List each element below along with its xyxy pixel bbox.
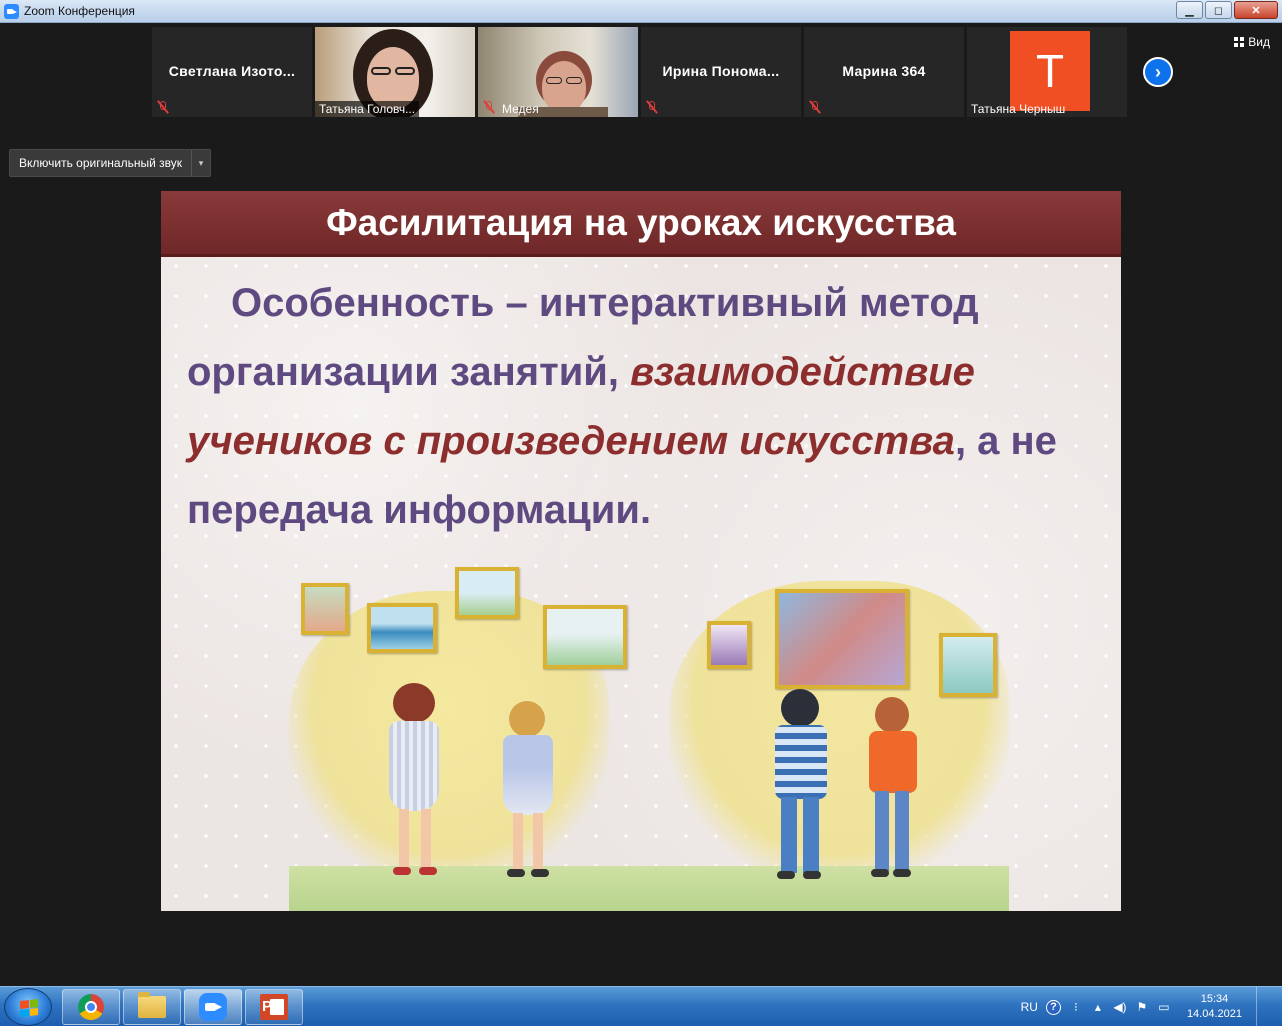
participant-tile[interactable]: Светлана Изото... [152, 27, 312, 117]
original-sound-toggle[interactable]: Включить оригинальный звук ▾ [9, 149, 212, 177]
slide-body-text: Особенность – интерактивный метод органи… [187, 269, 1097, 545]
participant-video-tile[interactable]: Татьяна Головч... [315, 27, 475, 117]
title-bar: Zoom Конференция ▁ ◻ ✕ [0, 0, 1282, 23]
shared-screen-slide: Фасилитация на уроках искусства Особенно… [161, 191, 1121, 911]
muted-mic-icon [156, 100, 170, 114]
kid-figure [375, 683, 455, 883]
grid-view-icon [1234, 37, 1245, 47]
clock-time: 15:34 [1200, 993, 1229, 1005]
participant-name: Марина 364 [842, 63, 926, 79]
slide-header: Фасилитация на уроках искусства [161, 191, 1121, 257]
taskbar-powerpoint[interactable] [245, 989, 303, 1025]
explorer-icon [138, 992, 166, 1018]
kid-figure [493, 701, 563, 881]
taskbar-explorer[interactable] [123, 989, 181, 1025]
view-button[interactable]: Вид [1234, 35, 1270, 49]
network-icon[interactable]: ▭ [1157, 1000, 1171, 1014]
participant-name: Медея [502, 102, 539, 116]
zoom-window: Zoom Конференция ▁ ◻ ✕ Светлана Изото...… [0, 0, 1282, 1026]
participant-name: Светлана Изото... [168, 63, 296, 79]
muted-mic-icon [482, 100, 496, 114]
show-hidden-icons-icon[interactable]: ▴ [1091, 1000, 1105, 1014]
maximize-button[interactable]: ◻ [1205, 1, 1232, 19]
window-title: Zoom Конференция [24, 4, 135, 18]
kid-figure [765, 689, 837, 885]
clock[interactable]: 15:34 14.04.2021 [1187, 992, 1242, 1022]
windows-logo-icon [20, 999, 38, 1017]
system-tray: RU ? ⁝ ▴ ◀) ⚑ ▭ 15:34 14.04.2021 [1021, 987, 1268, 1026]
start-button[interactable] [4, 988, 52, 1026]
avatar: Т [1010, 31, 1090, 111]
chrome-icon [78, 994, 104, 1020]
participant-name: Татьяна Головч... [315, 101, 420, 117]
language-indicator[interactable]: RU [1021, 1000, 1038, 1014]
zoom-icon [199, 993, 227, 1021]
window-controls: ▁ ◻ ✕ [1176, 1, 1278, 19]
gallery-illustration [289, 551, 1009, 911]
help-icon[interactable]: ? [1045, 999, 1061, 1015]
kid-figure [861, 697, 927, 883]
show-desktop-button[interactable] [1256, 987, 1268, 1026]
participant-strip: Светлана Изото... Татьяна Головч... Меде… [0, 23, 1282, 190]
participant-tile[interactable]: Т Татьяна Черныш [967, 27, 1127, 117]
participant-video-tile[interactable]: Медея [478, 27, 638, 117]
next-page-button[interactable]: › [1143, 57, 1173, 87]
participant-name: Ирина Понома... [662, 63, 780, 79]
participant-tile[interactable]: Ирина Понома... [641, 27, 801, 117]
view-label: Вид [1248, 35, 1270, 49]
close-button[interactable]: ✕ [1234, 1, 1278, 19]
powerpoint-icon [260, 994, 288, 1020]
tray-settings-icon[interactable]: ⁝ [1069, 1000, 1083, 1014]
muted-mic-icon [645, 100, 659, 114]
taskbar-chrome[interactable] [62, 989, 120, 1025]
taskbar-zoom[interactable] [184, 989, 242, 1025]
slide-title: Фасилитация на уроках искусства [326, 202, 956, 243]
participant-tile[interactable]: Марина 364 [804, 27, 964, 117]
original-sound-label[interactable]: Включить оригинальный звук [10, 150, 193, 176]
clock-date: 14.04.2021 [1186, 1008, 1242, 1020]
chevron-down-icon[interactable]: ▾ [192, 150, 210, 176]
minimize-button[interactable]: ▁ [1176, 1, 1203, 19]
action-center-flag-icon[interactable]: ⚑ [1135, 1000, 1149, 1014]
volume-icon[interactable]: ◀) [1113, 1000, 1127, 1014]
zoom-app-icon [4, 4, 19, 19]
muted-mic-icon [808, 100, 822, 114]
participant-name: Татьяна Черныш [971, 102, 1066, 116]
taskbar: RU ? ⁝ ▴ ◀) ⚑ ▭ 15:34 14.04.2021 [0, 986, 1282, 1026]
